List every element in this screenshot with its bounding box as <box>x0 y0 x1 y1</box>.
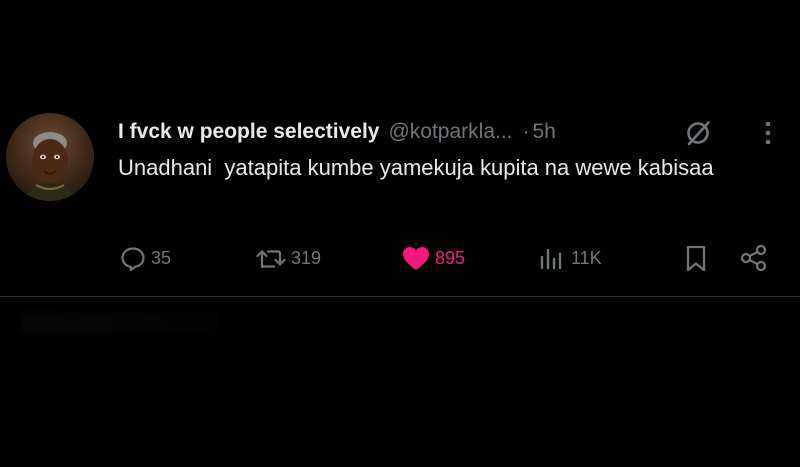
reply-button[interactable]: 35 <box>118 243 171 273</box>
like-button[interactable]: 895 <box>400 243 465 273</box>
user-handle[interactable]: @kotparkla... <box>388 120 512 144</box>
display-name[interactable]: I fvck w people selectively <box>118 120 379 144</box>
like-count: 895 <box>435 247 466 268</box>
more-options-icon[interactable] <box>762 118 774 148</box>
bookmark-icon <box>686 245 706 272</box>
avatar-photo-icon <box>26 132 74 201</box>
tweet-header: I fvck w people selectively @kotparkla..… <box>118 116 556 148</box>
tweet-divider <box>0 296 800 297</box>
reply-icon <box>121 247 145 272</box>
repost-count: 319 <box>291 247 322 268</box>
views-count: 11K <box>571 247 602 268</box>
grok-icon[interactable] <box>683 118 713 148</box>
repost-icon <box>256 250 286 269</box>
avatar[interactable] <box>6 113 94 201</box>
share-button[interactable] <box>738 243 770 273</box>
faded-next-row <box>20 312 220 334</box>
repost-button[interactable]: 319 <box>254 243 321 273</box>
views-icon <box>540 248 562 270</box>
heart-icon <box>403 247 429 270</box>
views-button[interactable]: 11K <box>538 243 602 273</box>
bookmark-button[interactable] <box>682 243 710 273</box>
tweet-actions: 35 319 895 11K <box>118 243 778 273</box>
reply-count: 35 <box>151 247 172 268</box>
share-icon <box>740 244 767 272</box>
tweet-text: Unadhani yatapita kumbe yamekuja kupita … <box>118 155 714 180</box>
separator-dot: · <box>522 120 530 143</box>
timestamp[interactable]: 5h <box>533 120 556 144</box>
